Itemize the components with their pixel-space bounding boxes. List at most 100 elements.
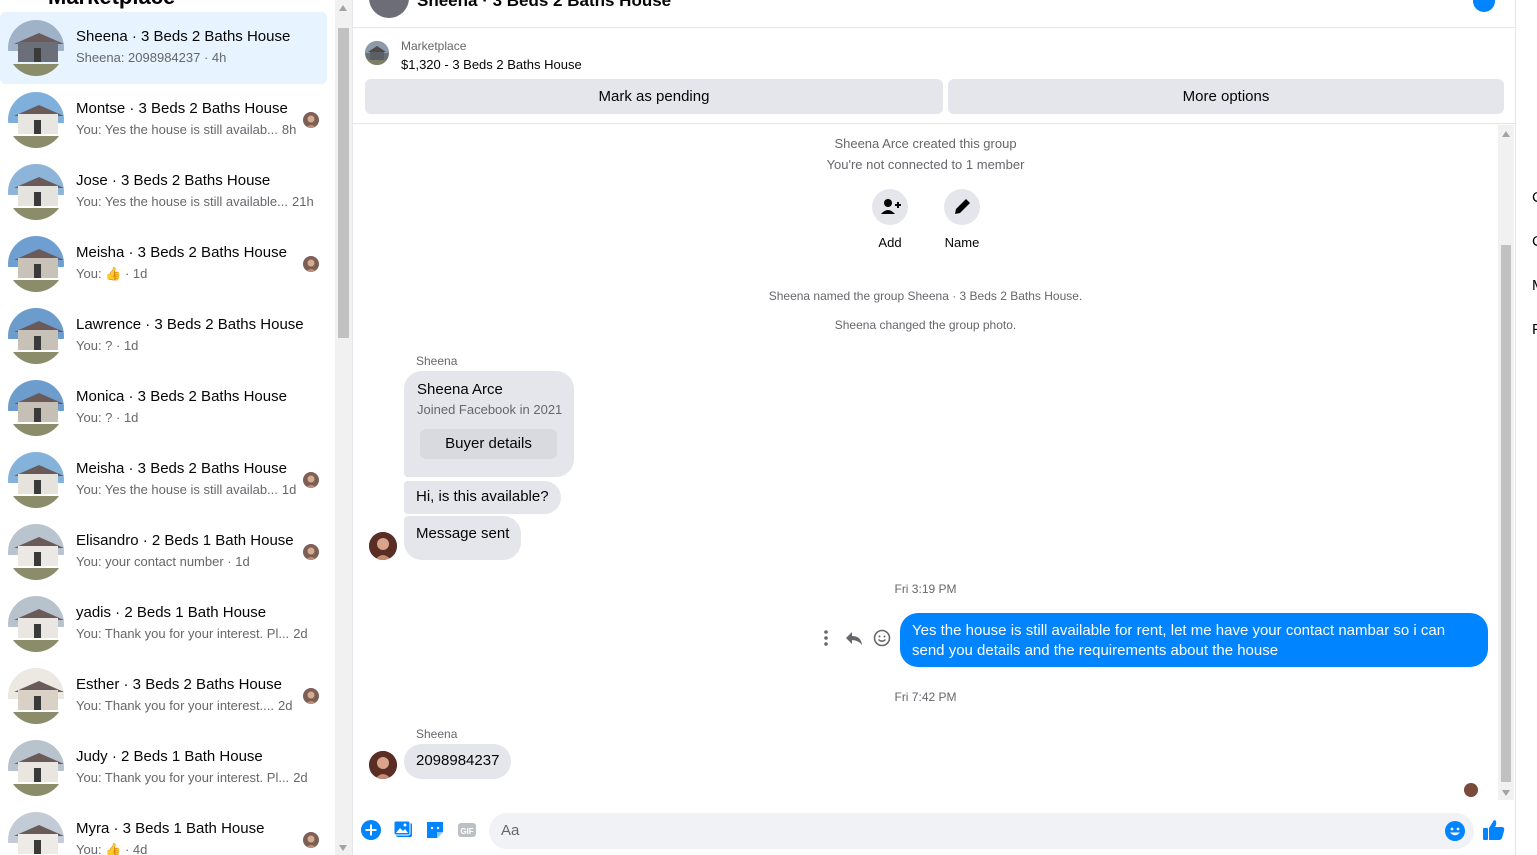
incoming-message[interactable]: Hi, is this available?	[404, 481, 561, 514]
photo-icon[interactable]	[391, 818, 415, 842]
thumbnail-grass	[8, 207, 64, 220]
sender-name: Sheena	[416, 354, 458, 368]
name-group-action[interactable]: Name	[932, 189, 992, 250]
conversation-time: 1d	[281, 482, 297, 497]
conversation-item[interactable]: Meisha · 3 Beds 2 Baths House You: 👍 · 1d	[0, 228, 327, 300]
conversation-item[interactable]: Montse · 3 Beds 2 Baths House You: Yes th…	[0, 84, 327, 156]
seen-avatar	[303, 472, 319, 488]
conversation-item[interactable]: Esther · 3 Beds 2 Baths House You: Thank …	[0, 660, 327, 732]
conversation-item[interactable]: Jose · 3 Beds 2 Baths House You: Yes the …	[0, 156, 327, 228]
edge-letter: F	[1532, 321, 1537, 338]
thumbnail-grass	[8, 711, 64, 724]
conversation-name: Esther · 3 Beds 2 Baths House	[76, 676, 282, 693]
incoming-message[interactable]: Message sent	[404, 516, 522, 560]
right-panel-edge: C C M F	[1516, 0, 1537, 855]
conversation-item[interactable]: yadis · 2 Beds 1 Bath House You: Thank yo…	[0, 588, 327, 660]
thumbs-up-icon[interactable]	[1481, 817, 1507, 843]
conversation-preview: You: Thank you for your interest. Pl...	[76, 770, 290, 785]
listing-thumbnail[interactable]	[365, 41, 389, 65]
incoming-message[interactable]: 2098984237	[404, 744, 512, 779]
conversation-item[interactable]: Sheena · 3 Beds 2 Baths House Sheena: 209…	[0, 12, 327, 84]
conversation-name: yadis · 2 Beds 1 Bath House	[76, 604, 267, 621]
group-created-notice: Sheena Arce created this group	[834, 136, 1017, 151]
conversation-preview: You: 👍 · 1d	[76, 266, 148, 281]
thumbnail-grass	[8, 639, 64, 652]
conversation-name: Judy · 2 Beds 1 Bath House	[76, 748, 263, 765]
scroll-down-arrow-icon[interactable]	[339, 845, 347, 851]
not-connected-notice: You're not connected to 1 member	[826, 157, 1025, 172]
sidebar-title: Marketplace	[48, 0, 175, 8]
pencil-icon[interactable]	[944, 189, 980, 225]
thumbnail-grass	[8, 567, 64, 580]
conversation-item[interactable]: Elisandro · 2 Beds 1 Bath House You: your…	[0, 516, 327, 588]
buyer-profile-card: Sheena Arce Joined Facebook in 2021 Buye…	[404, 371, 574, 477]
chat-header: Sheena · 3 Beds 2 Baths House	[353, 0, 1516, 28]
react-emoji-icon[interactable]	[872, 628, 892, 648]
name-label: Name	[944, 235, 980, 250]
message-input[interactable]: Aa	[489, 813, 1474, 849]
conversation-preview: You: ? · 1d	[76, 410, 139, 425]
listing-thumbnail	[8, 524, 64, 580]
scrollbar-thumb[interactable]	[338, 28, 349, 338]
conversation-time: 8h	[281, 122, 297, 137]
mark-as-pending-button[interactable]: Mark as pending	[365, 79, 943, 114]
conversation-name: Monica · 3 Beds 2 Baths House	[76, 388, 287, 405]
sender-avatar[interactable]	[369, 532, 397, 560]
thumbnail-grass	[8, 351, 64, 364]
seen-avatar	[303, 544, 319, 560]
thread-scrollbar[interactable]	[1498, 125, 1514, 800]
conversation-preview: You: Yes the house is still available...	[76, 194, 288, 209]
conversation-name: Montse · 3 Beds 2 Baths House	[76, 100, 288, 117]
scroll-up-arrow-icon[interactable]	[339, 5, 347, 11]
read-receipt-avatar	[1464, 783, 1478, 797]
conversation-item[interactable]: Lawrence · 3 Beds 2 Baths House You: ? · …	[0, 300, 327, 372]
sender-avatar[interactable]	[369, 751, 397, 779]
thumbnail-door	[34, 264, 41, 278]
chat-title[interactable]: Sheena · 3 Beds 2 Baths House	[417, 0, 671, 11]
group-named-notice: Sheena named the group Sheena · 3 Beds 2…	[768, 289, 1083, 303]
gif-icon[interactable]: GIF	[455, 818, 479, 842]
message-thread: Sheena Arce created this group You're no…	[353, 125, 1516, 800]
group-avatar[interactable]	[369, 0, 409, 18]
more-actions-icon[interactable]	[816, 628, 836, 648]
thumbnail-door	[34, 120, 41, 134]
seen-avatar	[303, 112, 319, 128]
scroll-down-arrow-icon[interactable]	[1502, 790, 1510, 796]
message-input-placeholder: Aa	[501, 822, 520, 839]
conversation-preview: Sheena: 2098984237 · 4h	[76, 50, 227, 65]
timestamp: Fri 3:19 PM	[894, 582, 957, 596]
conversation-item[interactable]: Monica · 3 Beds 2 Baths House You: ? · 1d	[0, 372, 327, 444]
emoji-icon[interactable]	[1444, 820, 1466, 842]
reply-icon[interactable]	[844, 628, 864, 648]
conversation-name: Myra · 3 Beds 1 Bath House	[76, 820, 265, 837]
scrollbar-thumb[interactable]	[1501, 245, 1511, 782]
conversation-item[interactable]: Meisha · 3 Beds 2 Baths House You: Yes th…	[0, 444, 327, 516]
conversation-item[interactable]: Myra · 3 Beds 1 Bath House You: 👍 · 4d	[0, 804, 327, 855]
thumbnail-door	[34, 552, 41, 566]
add-person-icon[interactable]	[872, 189, 908, 225]
chat-panel: Sheena · 3 Beds 2 Baths House Marketplac…	[352, 0, 1516, 855]
timestamp: Fri 7:42 PM	[894, 690, 957, 704]
seen-avatar	[303, 256, 319, 272]
listing-thumbnail	[8, 740, 64, 796]
edge-letter: M	[1532, 277, 1537, 294]
plus-icon[interactable]	[359, 818, 383, 842]
thumbnail-door	[34, 624, 41, 638]
listing-title[interactable]: $1,320 - 3 Beds 2 Baths House	[401, 57, 582, 72]
conversation-item[interactable]: Judy · 2 Beds 1 Bath House You: Thank you…	[0, 732, 327, 804]
listing-thumbnail	[8, 596, 64, 652]
info-icon[interactable]	[1473, 0, 1495, 12]
scroll-up-arrow-icon[interactable]	[1502, 131, 1510, 137]
outgoing-message[interactable]: Yes the house is still available for ren…	[900, 613, 1488, 667]
listing-thumbnail	[8, 236, 64, 292]
add-member-action[interactable]: Add	[860, 189, 920, 250]
message-composer: GIF Aa	[353, 805, 1516, 855]
listing-thumbnail	[8, 164, 64, 220]
sticker-icon[interactable]	[423, 818, 447, 842]
buyer-details-button[interactable]: Buyer details	[420, 429, 557, 459]
conversation-preview: You: Thank you for your interest....	[76, 698, 275, 713]
messenger-window: Marketplace Sheena · 3 Beds 2 Baths Hous…	[0, 0, 1537, 855]
thumbnail-door	[34, 408, 41, 422]
sidebar-scrollbar[interactable]	[335, 0, 352, 855]
more-options-button[interactable]: More options	[948, 79, 1504, 114]
